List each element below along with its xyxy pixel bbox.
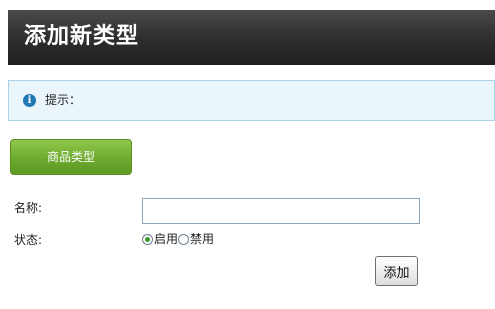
status-enabled-label[interactable]: 启用 — [154, 231, 178, 247]
name-label: 名称: — [14, 201, 43, 215]
tip-bar: i 提示： — [8, 80, 495, 121]
name-input[interactable] — [142, 198, 420, 224]
status-label: 状态: — [14, 233, 43, 247]
page-title: 添加新类型 — [24, 24, 140, 49]
status-disabled-label[interactable]: 禁用 — [190, 231, 214, 247]
tip-label: 提示： — [45, 93, 82, 107]
status-disabled-radio[interactable] — [178, 233, 190, 245]
page: 添加新类型 i 提示： 商品类型 名称: 状态: 启用 禁用 添加 — [0, 0, 495, 309]
page-header: 添加新类型 — [8, 10, 495, 65]
product-type-tab[interactable]: 商品类型 — [10, 139, 132, 175]
status-enabled-radio[interactable] — [142, 233, 153, 245]
add-button[interactable]: 添加 — [375, 256, 418, 286]
info-icon: i — [23, 94, 36, 107]
status-radio-group: 启用 禁用 — [142, 230, 214, 248]
